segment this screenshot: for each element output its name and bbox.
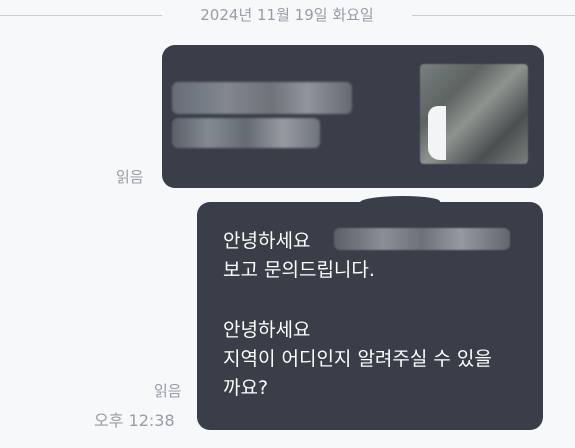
redacted-image-edge <box>428 106 446 160</box>
date-divider-text: 2024년 11월 19일 화요일 <box>200 6 374 24</box>
date-divider-left-line <box>0 15 162 16</box>
message-line-4: 지역이 어디인지 알려주실 수 있을 <box>223 348 492 370</box>
message-line-2: 보고 문의드립니다. <box>223 259 375 281</box>
read-status-1: 읽음 <box>116 168 144 186</box>
date-divider: 2024년 11월 19일 화요일 <box>0 4 575 26</box>
date-divider-right-line <box>412 15 575 16</box>
message-line-blank <box>223 285 523 316</box>
message-text: 안녕하세요 보고 문의드립니다. 안녕하세요 지역이 어디인지 알려주실 수 있… <box>223 227 523 403</box>
message-line-3: 안녕하세요 <box>223 319 311 341</box>
read-status-2: 읽음 <box>154 382 182 400</box>
message-line-5: 까요? <box>223 377 269 399</box>
message-line-1: 안녕하세요 <box>223 230 311 252</box>
redacted-text-bottom <box>172 118 320 148</box>
redacted-text-top <box>172 82 352 114</box>
message-time: 오후 12:38 <box>94 411 175 430</box>
